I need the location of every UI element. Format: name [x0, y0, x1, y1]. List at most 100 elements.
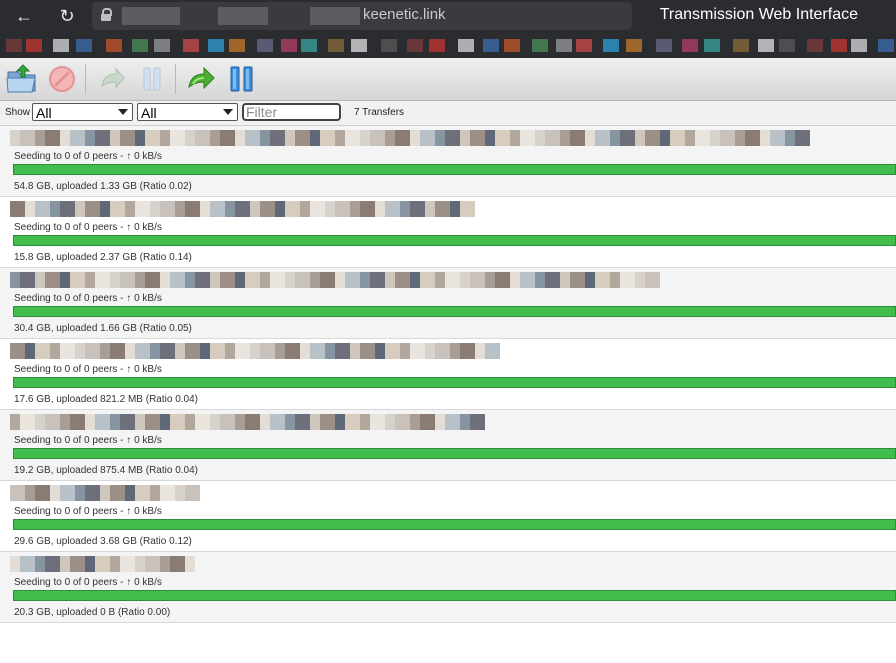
blurred-name-segment: [460, 130, 470, 146]
torrent-stats: 17.6 GB, uploaded 821.2 MB (Ratio 0.04): [14, 394, 199, 405]
tracker-filter-select[interactable]: All: [137, 103, 238, 121]
pause-all-button[interactable]: [225, 62, 259, 96]
blurred-name-segment: [125, 485, 135, 501]
bookmark-favicon[interactable]: [26, 39, 42, 52]
blurred-name-segment: [410, 414, 420, 430]
blurred-name-segment: [360, 272, 370, 288]
torrent-row[interactable]: Seeding to 0 of 0 peers - ↑ 0 kB/s 30.4 …: [0, 268, 896, 339]
blurred-name-segment: [520, 130, 535, 146]
bookmark-favicon[interactable]: [76, 39, 92, 52]
blurred-name-segment: [200, 201, 210, 217]
blurred-name-segment: [420, 414, 435, 430]
bookmark-favicon[interactable]: [458, 39, 474, 52]
blurred-name-segment: [160, 272, 170, 288]
bookmark-favicon[interactable]: [106, 39, 122, 52]
blurred-name-segment: [260, 343, 275, 359]
bookmark-favicon[interactable]: [733, 39, 749, 52]
blurred-name-segment: [460, 343, 475, 359]
blurred-name-segment: [560, 130, 570, 146]
blurred-name-segment: [50, 485, 60, 501]
bookmark-favicon[interactable]: [483, 39, 499, 52]
blurred-name-segment: [185, 130, 195, 146]
back-icon[interactable]: ←: [13, 5, 35, 27]
resume-all-button[interactable]: [185, 62, 219, 96]
progress-bar: [13, 377, 896, 388]
bookmark-favicon[interactable]: [229, 39, 245, 52]
blurred-name-segment: [385, 414, 395, 430]
filter-input[interactable]: Filter: [242, 103, 341, 121]
blurred-name-segment: [760, 130, 770, 146]
torrent-row[interactable]: Seeding to 0 of 0 peers - ↑ 0 kB/s 19.2 …: [0, 410, 896, 481]
bookmark-favicon[interactable]: [576, 39, 592, 52]
torrent-row[interactable]: Seeding to 0 of 0 peers - ↑ 0 kB/s 15.8 …: [0, 197, 896, 268]
torrent-row[interactable]: Seeding to 0 of 0 peers - ↑ 0 kB/s 17.6 …: [0, 339, 896, 410]
torrent-row[interactable]: Seeding to 0 of 0 peers - ↑ 0 kB/s 54.8 …: [0, 126, 896, 197]
bookmark-favicon[interactable]: [301, 39, 317, 52]
blurred-name-segment: [410, 343, 425, 359]
bookmark-favicon[interactable]: [704, 39, 720, 52]
open-torrent-button[interactable]: [5, 62, 39, 96]
bookmarks-bar: [0, 32, 896, 58]
blurred-name-segment: [245, 414, 260, 430]
blurred-name-segment: [25, 485, 35, 501]
blurred-name-segment: [160, 343, 175, 359]
bookmark-favicon[interactable]: [656, 39, 672, 52]
url-domain: keenetic.link: [363, 6, 446, 23]
bookmark-favicon[interactable]: [532, 39, 548, 52]
bookmark-favicon[interactable]: [779, 39, 795, 52]
bookmark-favicon[interactable]: [328, 39, 344, 52]
blurred-name-segment: [310, 343, 325, 359]
blurred-name-segment: [170, 556, 185, 572]
blurred-name-segment: [485, 130, 495, 146]
blurred-name-segment: [400, 343, 410, 359]
blurred-name-segment: [410, 201, 425, 217]
bookmark-favicon[interactable]: [878, 39, 894, 52]
bookmark-favicon[interactable]: [281, 39, 297, 52]
bookmark-favicon[interactable]: [603, 39, 619, 52]
bookmark-favicon[interactable]: [183, 39, 199, 52]
bookmark-favicon[interactable]: [626, 39, 642, 52]
blurred-name-segment: [745, 130, 760, 146]
reload-icon[interactable]: ↻: [56, 5, 78, 27]
state-filter-select[interactable]: All: [32, 103, 133, 121]
blurred-name-segment: [450, 343, 460, 359]
torrent-row[interactable]: Seeding to 0 of 0 peers - ↑ 0 kB/s 20.3 …: [0, 552, 896, 623]
bookmark-favicon[interactable]: [831, 39, 847, 52]
bookmark-favicon[interactable]: [132, 39, 148, 52]
blurred-name-segment: [110, 414, 120, 430]
blurred-name-segment: [545, 272, 560, 288]
bookmark-favicon[interactable]: [556, 39, 572, 52]
bookmark-favicon[interactable]: [758, 39, 774, 52]
blurred-name-segment: [210, 414, 220, 430]
bookmark-favicon[interactable]: [851, 39, 867, 52]
bookmark-favicon[interactable]: [381, 39, 397, 52]
bookmark-favicon[interactable]: [351, 39, 367, 52]
torrent-name: [10, 201, 475, 217]
blurred-name-segment: [645, 272, 660, 288]
blurred-name-segment: [310, 201, 325, 217]
bookmark-favicon[interactable]: [6, 39, 22, 52]
blurred-name-segment: [645, 130, 660, 146]
bookmark-favicon[interactable]: [208, 39, 224, 52]
bookmark-favicon[interactable]: [429, 39, 445, 52]
bookmark-favicon[interactable]: [53, 39, 69, 52]
blurred-name-segment: [385, 130, 395, 146]
lock-icon[interactable]: [101, 8, 112, 21]
torrent-peers: Seeding to 0 of 0 peers - ↑ 0 kB/s: [14, 222, 162, 233]
blurred-name-segment: [45, 414, 60, 430]
progress-fill: [14, 378, 895, 387]
resume-selected-button[interactable]: [95, 62, 129, 96]
bookmark-favicon[interactable]: [807, 39, 823, 52]
blurred-name-segment: [85, 130, 95, 146]
torrent-row[interactable]: Seeding to 0 of 0 peers - ↑ 0 kB/s 29.6 …: [0, 481, 896, 552]
blurred-name-segment: [660, 130, 670, 146]
bookmark-favicon[interactable]: [682, 39, 698, 52]
bookmark-favicon[interactable]: [154, 39, 170, 52]
bookmark-favicon[interactable]: [504, 39, 520, 52]
bookmark-favicon[interactable]: [257, 39, 273, 52]
pause-selected-button[interactable]: [135, 62, 169, 96]
blurred-name-segment: [60, 343, 75, 359]
bookmark-favicon[interactable]: [407, 39, 423, 52]
remove-torrent-button[interactable]: [45, 62, 79, 96]
progress-fill: [14, 165, 895, 174]
